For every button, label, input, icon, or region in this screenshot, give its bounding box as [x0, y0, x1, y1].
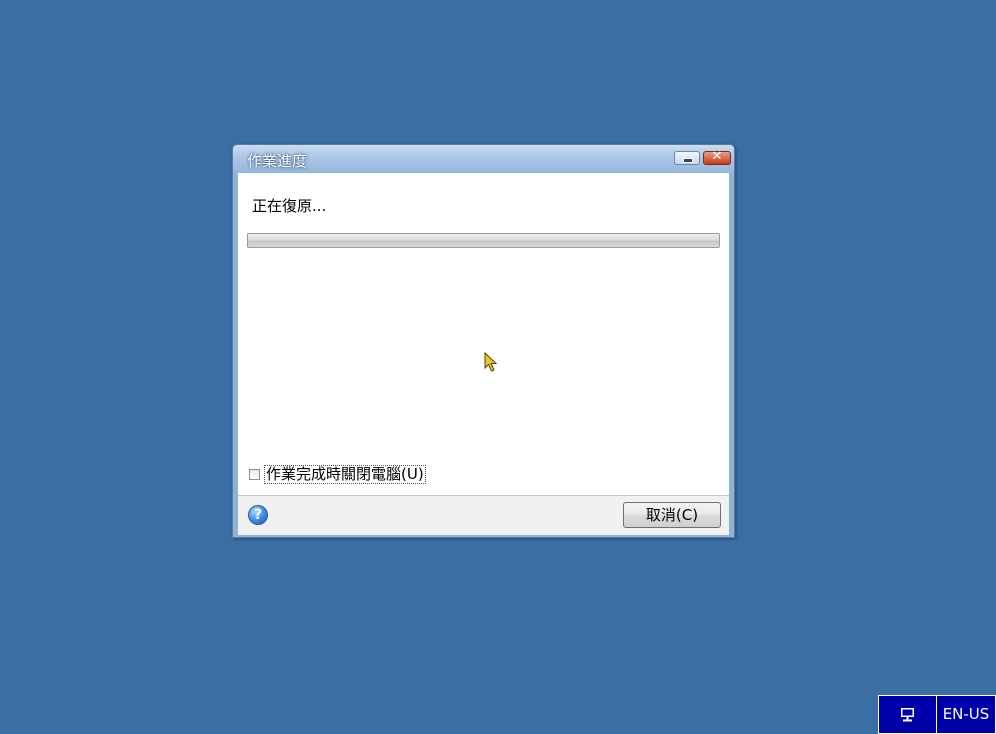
dialog-title: 作業進度 [247, 152, 308, 170]
network-icon [901, 708, 914, 722]
minimize-icon [683, 158, 693, 163]
network-tray-button[interactable] [878, 695, 937, 734]
cancel-button[interactable]: 取消(C) [623, 502, 721, 528]
title-bar[interactable]: 作業進度 ✕ [233, 145, 734, 173]
close-button[interactable]: ✕ [703, 149, 731, 165]
status-text: 正在復原... [252, 197, 327, 215]
progress-bar [247, 233, 720, 248]
shutdown-checkbox-label[interactable]: 作業完成時關閉電腦(U) [264, 465, 426, 484]
shutdown-checkbox[interactable] [249, 469, 260, 480]
mouse-cursor-icon [484, 352, 498, 372]
dialog-content: 正在復原... 作業完成時關閉電腦(U) [238, 173, 729, 495]
shutdown-option[interactable]: 作業完成時關閉電腦(U) [249, 465, 426, 484]
language-indicator[interactable]: EN-US [936, 695, 996, 734]
help-icon[interactable]: ? [248, 505, 268, 525]
minimize-button[interactable] [674, 151, 700, 165]
close-icon: ✕ [711, 149, 723, 164]
progress-dialog: 作業進度 ✕ 正在復原... 作業完成時關閉電腦(U) ? 取消(C) [232, 144, 735, 538]
dialog-footer: ? 取消(C) [238, 495, 729, 535]
desktop: 作業進度 ✕ 正在復原... 作業完成時關閉電腦(U) ? 取消(C) EN-U… [0, 0, 996, 734]
